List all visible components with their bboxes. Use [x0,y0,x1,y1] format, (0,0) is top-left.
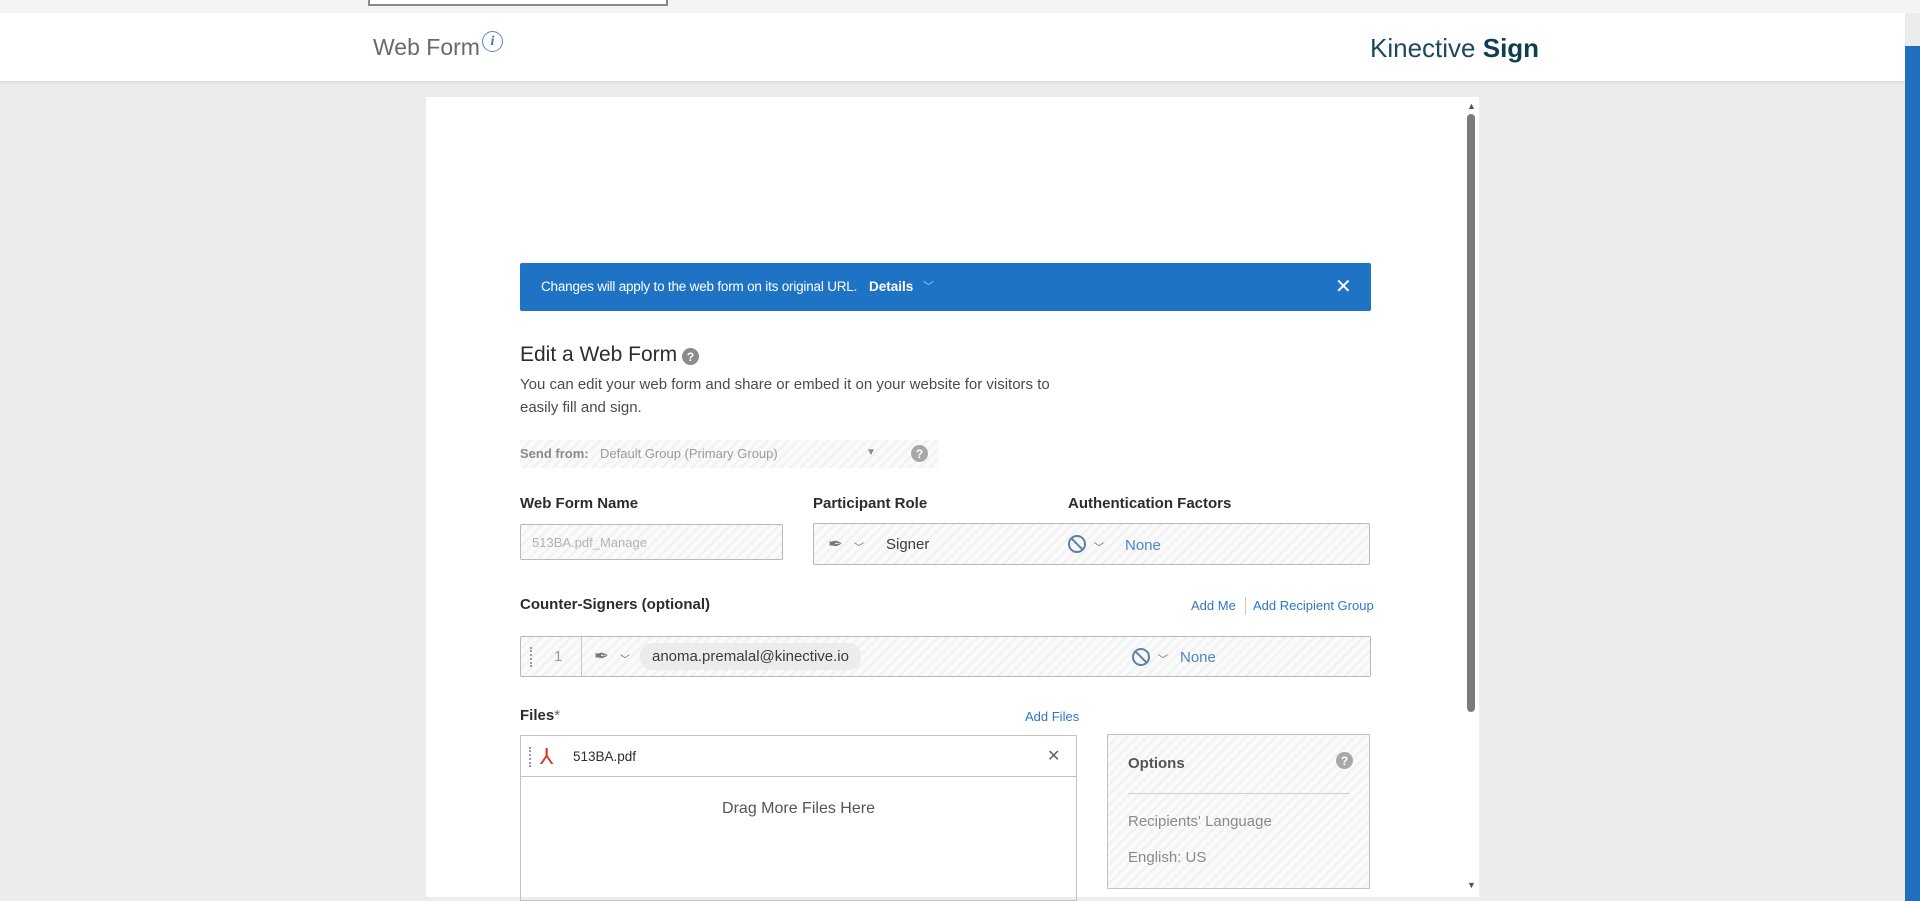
options-panel: Options ? Recipients' Language English: … [1107,734,1370,889]
counter-signer-auth-value[interactable]: None [1180,649,1216,666]
counter-signer-email-chip[interactable]: anoma.premalal@kinective.io [640,643,861,670]
recipients-language-label: Recipients' Language [1128,813,1272,830]
pen-nib-icon[interactable]: ✒ [594,646,609,667]
close-icon[interactable]: ✕ [1335,274,1352,299]
required-mark: * [554,707,561,724]
add-files-link[interactable]: Add Files [1025,709,1079,724]
web-form-name-label: Web Form Name [520,495,639,512]
options-help-icon[interactable]: ? [1336,752,1353,769]
options-divider [1128,793,1350,794]
add-me-link[interactable]: Add Me [1191,598,1236,613]
send-from-label: Send from: [520,446,589,461]
brand-logo: Kinective Sign [1370,33,1539,64]
web-form-name-value: 513BA.pdf_Manage [532,535,647,550]
info-icon[interactable]: i [482,31,503,52]
files-label: Files* [520,707,560,724]
drag-handle-icon[interactable] [529,747,531,767]
brand-name-light: Kinective [1370,33,1476,63]
help-icon[interactable]: ? [682,348,699,365]
no-auth-icon[interactable] [1068,535,1086,553]
link-divider [1245,597,1246,615]
info-banner: Changes will apply to the web form on it… [520,263,1371,311]
banner-details-toggle[interactable]: Details [869,279,913,294]
counter-signers-label: Counter-Signers (optional) [520,596,710,613]
chevron-down-icon[interactable]: ﹀ [1094,539,1104,554]
pen-nib-icon[interactable]: ✒ [828,534,843,555]
scroll-up-arrow-icon[interactable]: ▲ [1467,101,1476,111]
send-from-select[interactable]: Send from: Default Group (Primary Group)… [520,440,938,468]
page-title: Web Form [373,34,480,60]
form-title: Edit a Web Form [520,343,678,366]
chevron-down-icon[interactable]: ﹀ [854,539,864,554]
right-accent-bar [1905,46,1920,901]
top-strip [0,0,1920,13]
web-form-name-input[interactable]: 513BA.pdf_Manage [520,524,783,560]
drag-files-hint: Drag More Files Here [722,800,875,817]
options-title: Options [1128,755,1185,772]
app-header: Web Form i Kinective Sign [0,13,1905,82]
chevron-down-icon[interactable]: ﹀ [923,278,934,294]
remove-file-icon[interactable]: ✕ [1047,746,1060,766]
caret-down-icon: ▼ [866,447,876,458]
scrollbar-thumb[interactable] [1467,114,1475,712]
send-from-help-icon[interactable]: ? [911,445,928,462]
no-auth-icon[interactable] [1132,648,1150,666]
send-from-value: Default Group (Primary Group) [600,446,778,461]
auth-factors-value[interactable]: None [1125,537,1161,554]
pdf-file-icon: ⅄ [540,745,554,770]
files-label-text: Files [520,707,555,724]
file-name: 513BA.pdf [573,749,637,764]
chevron-down-icon[interactable]: ﹀ [620,651,630,666]
file-row[interactable]: ⅄ 513BA.pdf ✕ [521,736,1076,777]
participant-role-field[interactable]: ✒ ﹀ Signer ﹀ None [813,523,1370,565]
drag-handle-icon[interactable] [530,647,532,667]
row-divider [581,637,582,676]
scroll-down-arrow-icon[interactable]: ▼ [1467,880,1476,890]
counter-signer-row[interactable]: 1 ✒ ﹀ anoma.premalal@kinective.io ﹀ None [520,636,1371,677]
participant-role-value: Signer [886,536,930,553]
form-description: You can edit your web form and share or … [520,376,1050,416]
top-tab-outline [368,0,668,6]
files-drop-zone[interactable]: ⅄ 513BA.pdf ✕ Drag More Files Here [520,735,1077,901]
counter-signer-index: 1 [554,648,563,665]
participant-role-label: Participant Role [813,495,928,512]
add-recipient-group-link[interactable]: Add Recipient Group [1253,598,1374,613]
brand-name-bold: Sign [1482,33,1540,63]
banner-message: Changes will apply to the web form on it… [541,279,858,294]
auth-factors-label: Authentication Factors [1068,495,1232,512]
chevron-down-icon[interactable]: ﹀ [1158,651,1168,666]
recipients-language-value[interactable]: English: US [1128,849,1206,866]
